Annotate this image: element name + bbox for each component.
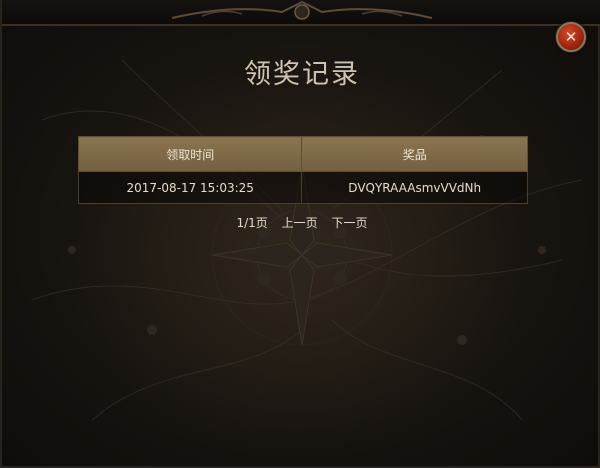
dialog-title: 领奖记录 xyxy=(244,59,360,90)
pagination: 1/1页 上一页 下一页 xyxy=(2,214,600,231)
column-header-prize: 奖品 xyxy=(301,136,528,172)
prev-page-link[interactable]: 上一页 xyxy=(282,216,318,230)
close-button[interactable]: ✕ xyxy=(556,22,586,52)
reward-record-dialog: ✕ 领奖记录 领取时间 奖品 2017-08-17 15:03:25 DVQYR… xyxy=(0,0,600,468)
prize-cell: DVQYRAAAsmvVVdNh xyxy=(301,171,528,204)
ornament-icon xyxy=(172,0,432,20)
table-row: 2017-08-17 15:03:25 DVQYRAAAsmvVVdNh xyxy=(77,171,528,204)
close-icon: ✕ xyxy=(564,28,578,46)
next-page-link[interactable]: 下一页 xyxy=(331,216,367,230)
page-info: 1/1页 xyxy=(236,216,268,230)
table-header-row: 领取时间 奖品 xyxy=(77,136,528,172)
column-header-claim-time: 领取时间 xyxy=(77,136,303,172)
reward-record-table: 领取时间 奖品 2017-08-17 15:03:25 DVQYRAAAsmvV… xyxy=(77,136,528,204)
claim-time-cell: 2017-08-17 15:03:25 xyxy=(77,171,303,204)
